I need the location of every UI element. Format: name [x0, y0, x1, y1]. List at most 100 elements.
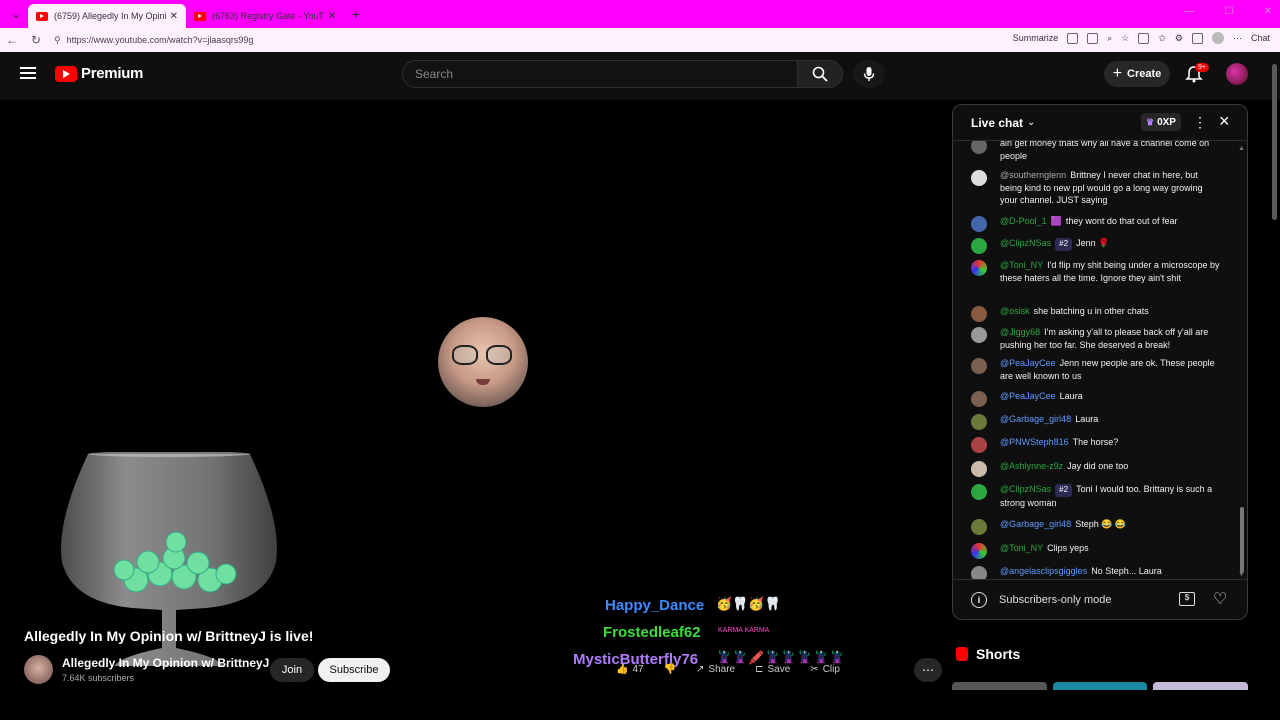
short-thumbnail[interactable]: [1052, 682, 1148, 690]
account-avatar[interactable]: [1226, 63, 1248, 85]
subscribers-only-text: Subscribers-only mode: [999, 593, 1112, 606]
settings-gear-icon[interactable]: ⚙: [1175, 33, 1183, 44]
message-author[interactable]: @PeaJayCee: [1000, 358, 1056, 368]
user-avatar: [971, 170, 987, 186]
shorts-label: Shorts: [976, 646, 1021, 662]
clip-button[interactable]: ✂ Clip: [800, 656, 850, 682]
message-author[interactable]: @ClipzNSas: [1000, 484, 1051, 494]
user-avatar: [971, 566, 987, 579]
back-arrow-icon[interactable]: ←: [0, 33, 24, 47]
close-window-icon[interactable]: ✕: [1264, 6, 1272, 17]
zoom-icon[interactable]: ⌕: [1107, 33, 1112, 44]
reload-icon[interactable]: ↻: [24, 33, 48, 47]
search-button[interactable]: [797, 60, 843, 88]
chat-messages[interactable]: ain get money thats why all have a chann…: [953, 141, 1247, 579]
chat-more-icon[interactable]: ⋮: [1193, 114, 1207, 131]
shorts-icon: [956, 647, 968, 661]
message-author[interactable]: @PeaJayCee: [1000, 391, 1056, 401]
chat-message: @osisk she batching u in other chats: [971, 305, 1231, 322]
browser-tab-active[interactable]: (6759) Allegedly In My Opinio ✕: [28, 4, 186, 28]
message-author[interactable]: @Ashlynne-z9z: [1000, 461, 1063, 471]
message-author[interactable]: @Garbage_girl48: [1000, 519, 1071, 529]
site-info-icon[interactable]: ⚲: [54, 35, 61, 46]
short-thumbnail[interactable]: [1153, 682, 1249, 690]
message-author[interactable]: @Jiggy68: [1000, 327, 1040, 337]
message-text: Laura: [1059, 391, 1083, 401]
youtube-premium-logo[interactable]: Premium: [55, 65, 143, 82]
favorites-icon[interactable]: ✩: [1158, 33, 1166, 44]
clip-label: Clip: [822, 663, 840, 675]
overlay-emotes: KARMA KARMA: [718, 627, 770, 634]
profile-avatar-icon[interactable]: [1211, 32, 1224, 44]
scroll-down-icon[interactable]: ▼: [1238, 571, 1245, 578]
message-author[interactable]: @Toni_NY: [1000, 260, 1043, 270]
like-button[interactable]: 👍 47: [606, 656, 654, 682]
voice-search-button[interactable]: [853, 60, 885, 88]
collections-icon[interactable]: [1191, 32, 1203, 44]
crown-icon: ♛: [1146, 116, 1155, 127]
youtube-favicon-icon: [194, 11, 206, 21]
search-placeholder: Search: [415, 67, 454, 81]
maximize-icon[interactable]: ☐: [1225, 6, 1234, 17]
scroll-up-icon[interactable]: ▲: [1238, 145, 1245, 152]
favorite-star-icon[interactable]: ☆: [1121, 33, 1129, 44]
message-author[interactable]: @osisk: [1000, 306, 1030, 316]
channel-avatar[interactable]: [24, 655, 53, 684]
thumbs-down-icon: 👎: [663, 663, 677, 675]
save-button[interactable]: ⊏ Save: [745, 656, 800, 682]
create-button[interactable]: + Create: [1104, 61, 1170, 87]
video-player[interactable]: [338, 104, 630, 620]
short-thumbnail[interactable]: [952, 682, 1047, 690]
summarize-icon[interactable]: [1067, 32, 1079, 44]
share-label: Share: [708, 663, 736, 675]
reader-icon[interactable]: [1087, 32, 1099, 44]
share-button[interactable]: ↗ Share: [686, 656, 745, 682]
message-author[interactable]: @southernglenn: [1000, 170, 1066, 180]
browser-tab[interactable]: (6763) Registry Gate - YouTube ✕: [186, 4, 344, 28]
channel-name[interactable]: Allegedly In My Opinion w/ BrittneyJ: [62, 656, 269, 670]
message-author[interactable]: @D-Pool_1: [1000, 216, 1047, 226]
close-tab-icon[interactable]: ✕: [328, 11, 336, 22]
message-author[interactable]: @Garbage_girl48: [1000, 414, 1071, 424]
user-avatar: [971, 216, 987, 232]
message-author[interactable]: @ClipzNSas: [1000, 238, 1051, 248]
message-text: ain get money thats why all have a chann…: [1000, 141, 1210, 161]
summarize-button[interactable]: Summarize: [1013, 33, 1059, 43]
url-field[interactable]: ⚲ https://www.youtube.com/watch?v=jlaasq…: [54, 30, 994, 50]
page-scrollbar[interactable]: [1272, 64, 1277, 220]
minimize-icon[interactable]: —: [1185, 6, 1195, 17]
new-tab-button[interactable]: +: [344, 6, 368, 22]
user-avatar: [971, 141, 987, 154]
tab-list-chevron-icon[interactable]: ⌄: [4, 4, 28, 24]
tab-label: (6759) Allegedly In My Opinio: [54, 11, 166, 21]
close-tab-icon[interactable]: ✕: [170, 11, 178, 22]
microphone-icon: [863, 67, 875, 81]
super-chat-icon[interactable]: $: [1179, 592, 1195, 606]
notification-badge: 9+: [1195, 63, 1209, 72]
message-author[interactable]: @Toni_NY: [1000, 543, 1043, 553]
xp-badge[interactable]: ♛ 0XP: [1141, 113, 1181, 131]
info-icon[interactable]: i: [971, 591, 987, 608]
user-avatar: [971, 238, 987, 254]
message-author[interactable]: @angelasclipsgiggles: [1000, 566, 1087, 576]
chat-scrollbar[interactable]: [1240, 507, 1244, 573]
subscribe-button[interactable]: Subscribe: [318, 658, 390, 682]
chat-button[interactable]: Chat: [1251, 33, 1270, 43]
search-input[interactable]: Search: [402, 60, 798, 88]
dislike-button[interactable]: 👎: [654, 656, 686, 682]
browser-toolbar: Summarize ⌕ ☆ ✩ ⚙ ⋯ Chat: [1013, 32, 1270, 44]
chevron-down-icon[interactable]: ⌄: [1027, 117, 1035, 128]
extensions-icon[interactable]: [1138, 32, 1150, 44]
user-avatar: [971, 391, 987, 407]
join-button[interactable]: Join: [270, 658, 314, 682]
close-chat-icon[interactable]: ×: [1219, 111, 1230, 132]
more-menu-icon[interactable]: ⋯: [1233, 33, 1242, 44]
menu-hamburger-icon[interactable]: [20, 67, 36, 79]
member-badge-icon: 🟪: [1050, 216, 1062, 226]
chat-title[interactable]: Live chat: [971, 116, 1023, 130]
message-text: Jenn 🌹: [1076, 238, 1110, 248]
message-author[interactable]: @PNWSteph816: [1000, 437, 1069, 447]
more-actions-button[interactable]: ⋯: [914, 658, 942, 682]
youtube-header: Premium Search + Create 9+: [0, 52, 1280, 100]
heart-icon[interactable]: ♡: [1213, 589, 1227, 609]
